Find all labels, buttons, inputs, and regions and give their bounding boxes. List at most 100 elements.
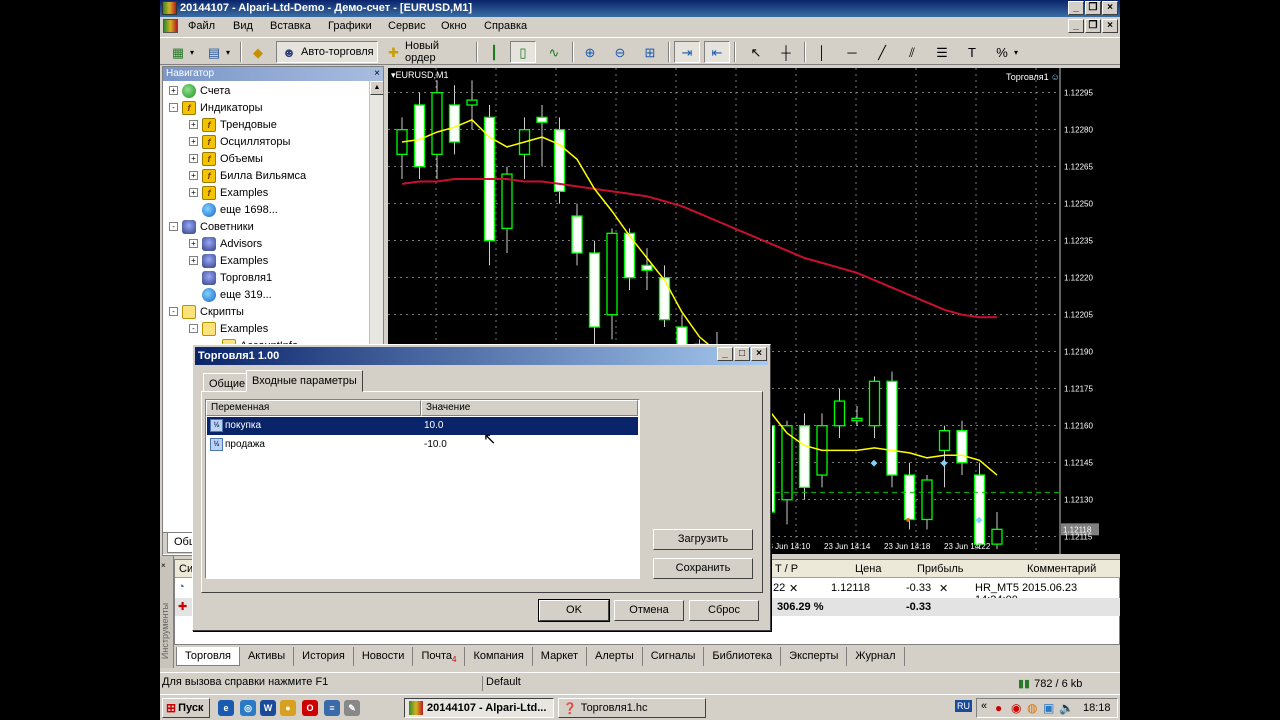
candlestick-button[interactable]: ▯ [510, 41, 536, 63]
menu-window[interactable]: Окно [441, 20, 467, 32]
auto-scroll-button[interactable]: ⇥ [674, 41, 700, 63]
navigator-item[interactable]: - f Индикаторы [169, 99, 263, 116]
toolbox-tab[interactable]: Маркет [533, 647, 588, 666]
navigator-item[interactable]: + Advisors [189, 235, 262, 252]
navigator-item[interactable]: + f Осцилляторы [189, 133, 290, 150]
restore-button[interactable]: ❐ [1085, 1, 1101, 15]
toolbox-tab[interactable]: Журнал [847, 647, 905, 666]
chart-minimize-button[interactable]: _ [1068, 19, 1084, 33]
collapse-icon[interactable]: - [169, 222, 178, 231]
opera-icon[interactable]: O [302, 700, 318, 716]
expand-icon[interactable]: + [189, 171, 198, 180]
toolbox-tab[interactable]: Активы [240, 647, 295, 666]
tab-inputs[interactable]: Входные параметры [246, 370, 363, 392]
tab-common[interactable]: Общие [203, 373, 252, 392]
tray-antivirus-icon[interactable]: ◉ [1011, 701, 1021, 715]
chart-restore-button[interactable]: ❐ [1085, 19, 1101, 33]
new-chart-button[interactable]: ▦ ▾ [166, 41, 197, 63]
navigator-item[interactable]: - Examples [189, 320, 268, 337]
start-button[interactable]: ⊞ Пуск [162, 698, 210, 718]
toolbox-tab[interactable]: Библиотека [704, 647, 782, 666]
tray-expand-icon[interactable]: « [981, 700, 987, 712]
navigator-item[interactable]: + Счета [169, 82, 230, 99]
tile-windows-button[interactable]: ⊞ [638, 41, 662, 63]
col-price[interactable]: Цена [855, 563, 881, 575]
menu-charts[interactable]: Графики [328, 20, 372, 32]
toolbox-tab[interactable]: Почта4 [413, 647, 466, 666]
toolbox-tab[interactable]: Новости [354, 647, 414, 666]
bar-chart-button[interactable]: ┃ [482, 41, 506, 63]
param-value[interactable]: -10.0 [424, 439, 447, 450]
cancel-button[interactable]: Отмена [614, 600, 684, 621]
expand-icon[interactable]: + [189, 188, 198, 197]
equidistant-channel-button[interactable]: ⫽ [900, 41, 924, 63]
expand-icon[interactable]: + [189, 154, 198, 163]
chart-shift-button[interactable]: ⇤ [704, 41, 730, 63]
word-icon[interactable]: W [260, 700, 276, 716]
toolbox-tab[interactable]: История [294, 647, 354, 666]
arrows-button[interactable]: % ▾ [990, 41, 1021, 63]
navigator-item[interactable]: еще 319... [189, 286, 272, 303]
toolbox-close-icon[interactable]: × [161, 561, 166, 570]
navigator-item[interactable]: + f Examples [189, 184, 268, 201]
expand-icon[interactable]: + [189, 239, 198, 248]
menu-help[interactable]: Справка [484, 20, 527, 32]
menu-insert[interactable]: Вставка [270, 20, 311, 32]
param-row-sell[interactable]: ½ продажа -10.0 [207, 436, 638, 454]
line-chart-button[interactable]: ∿ [542, 41, 566, 63]
vertical-line-button[interactable]: │ [810, 41, 834, 63]
expand-icon[interactable]: + [189, 137, 198, 146]
tray-app-icon[interactable]: ◍ [1027, 701, 1037, 715]
chrome-icon[interactable]: ● [280, 700, 296, 716]
ie-icon[interactable]: e [218, 700, 234, 716]
toolbox-tab[interactable]: Алерты [587, 647, 643, 666]
col-value[interactable]: Значение [421, 400, 638, 416]
dialog-minimize-button[interactable]: _ [717, 347, 733, 361]
fibonacci-button[interactable]: ☰ [930, 41, 954, 63]
navigator-item[interactable]: + f Билла Вильямса [189, 167, 306, 184]
navigator-item[interactable]: + Examples [189, 252, 268, 269]
toolbox-tab[interactable]: Компания [465, 647, 533, 666]
expand-icon[interactable]: + [189, 256, 198, 265]
expert-indicator[interactable]: Торговля1 ☺ [1006, 72, 1060, 82]
load-button[interactable]: Загрузить [653, 529, 753, 550]
toolbox-tab[interactable]: Торговля [176, 647, 240, 666]
chart-close-button[interactable]: × [1102, 19, 1118, 33]
menu-view[interactable]: Вид [233, 20, 253, 32]
collapse-icon[interactable]: - [169, 307, 178, 316]
dialog-maximize-button[interactable]: □ [734, 347, 750, 361]
navigator-item[interactable]: + f Трендовые [189, 116, 277, 133]
navigator-item[interactable]: еще 1698... [189, 201, 278, 218]
text-label-button[interactable]: T [960, 41, 984, 63]
col-comment[interactable]: Комментарий [1027, 563, 1096, 575]
menu-tools[interactable]: Сервис [388, 20, 426, 32]
editor-icon[interactable]: ≡ [324, 700, 340, 716]
zoom-in-button[interactable]: ⊕ [578, 41, 602, 63]
col-symbol[interactable]: Си [179, 563, 193, 575]
expand-icon[interactable]: + [169, 86, 178, 95]
zoom-out-button[interactable]: ⊖ [608, 41, 632, 63]
trend-line-button[interactable]: ╱ [870, 41, 894, 63]
navigator-close-icon[interactable]: × [374, 67, 380, 81]
navigator-item[interactable]: - Скрипты [169, 303, 244, 320]
close-position-icon[interactable]: ✕ [939, 582, 948, 595]
col-variable[interactable]: Переменная [206, 400, 421, 416]
market-watch-button[interactable]: ◆ [246, 41, 270, 63]
navigator-item[interactable]: - Советники [169, 218, 254, 235]
tray-network-icon[interactable]: ▣ [1043, 701, 1054, 715]
notepad-icon[interactable]: ✎ [344, 700, 360, 716]
minimize-button[interactable]: _ [1068, 1, 1084, 15]
param-row-buy[interactable]: ½ покупка 10.0 [207, 417, 638, 435]
close-button[interactable]: × [1102, 1, 1118, 15]
reset-button[interactable]: Сброс [689, 600, 759, 621]
tray-volume-icon[interactable]: 🔈 [1059, 701, 1074, 715]
tray-record-icon[interactable]: ● [995, 701, 1002, 715]
collapse-icon[interactable]: - [189, 324, 198, 333]
language-indicator[interactable]: RU [955, 700, 972, 712]
autotrading-button[interactable]: ☻ Авто-торговля [276, 41, 378, 63]
scroll-up-icon[interactable]: ▲ [370, 81, 383, 95]
explorer-icon[interactable]: ◎ [240, 700, 256, 716]
ok-button[interactable]: OK [538, 599, 610, 622]
col-profit[interactable]: Прибыль [917, 563, 964, 575]
collapse-icon[interactable]: - [169, 103, 178, 112]
